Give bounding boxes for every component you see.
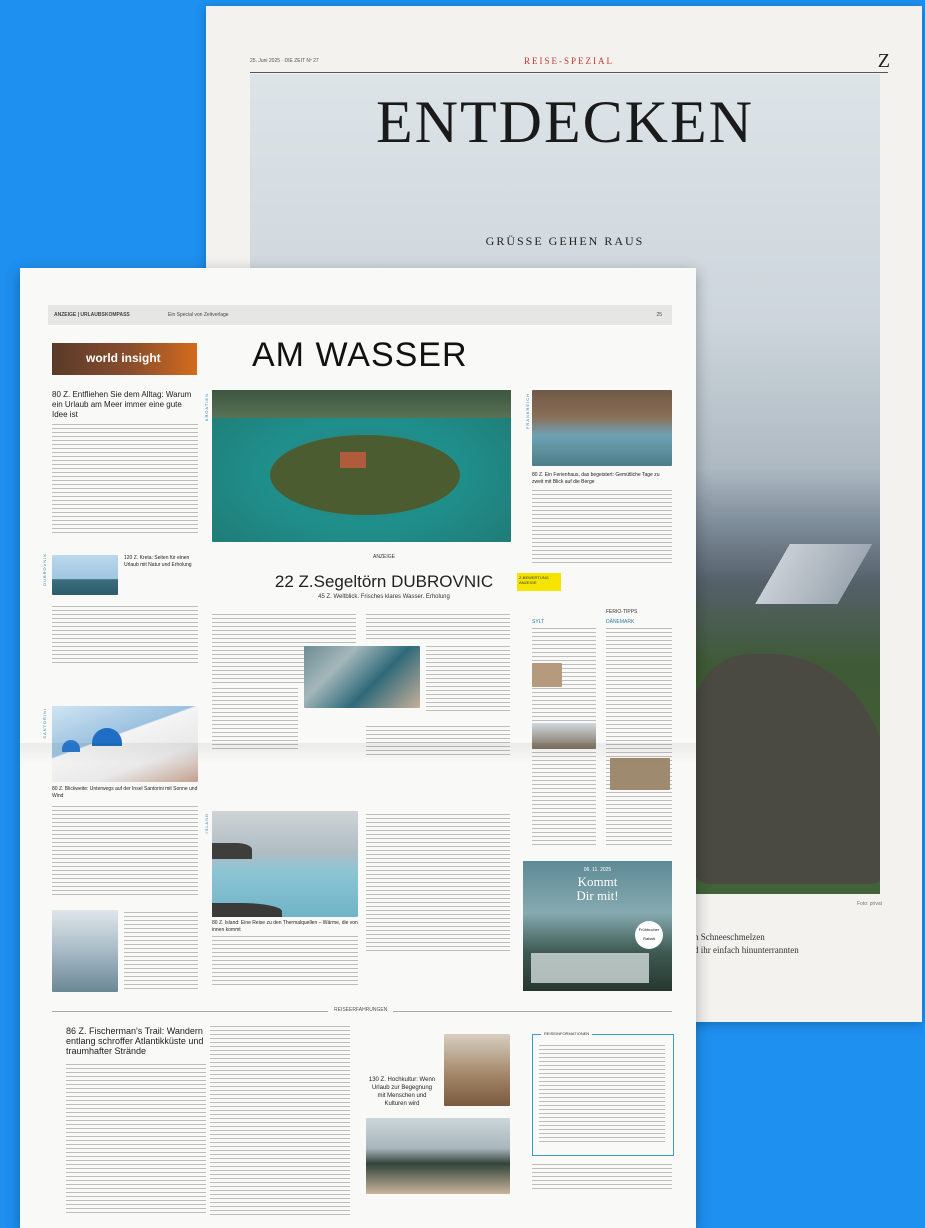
main-body-col2-top	[366, 614, 510, 642]
side-label: DUBROVNIK	[42, 553, 47, 586]
zeit-logo: Z	[877, 50, 890, 72]
santorini-body	[52, 806, 198, 896]
pull-quote: 130 Z. Hochkultur: Wenn Urlaub zur Begeg…	[368, 1077, 436, 1107]
island	[270, 435, 460, 515]
tipp-thumb	[532, 663, 562, 687]
back-caption-line: n Schneeschmelzen	[694, 932, 765, 942]
small-teaser-1: 120 Z. Kreta: Seiten für einen Urlaub mi…	[124, 555, 192, 568]
logo-text: world insight	[86, 351, 161, 365]
blue-lagoon-photo	[212, 811, 358, 917]
ad-title-line: Kommt	[577, 874, 618, 889]
lagoon-body	[212, 936, 358, 988]
santorini-headline: 80 Z. Blickweite: Unterwegs auf der Inse…	[52, 786, 198, 799]
topbar-label: ANZEIGE | URLAUBSKOMPASS	[54, 312, 130, 318]
info-box: REISEINFORMATIONEN	[532, 1031, 674, 1156]
right-article-headline: 80 Z. Ein Ferienhaus, das begeistert: Ge…	[532, 472, 660, 485]
front-newspaper-page: ANZEIGE | URLAUBSKOMPASS Ein Special von…	[20, 268, 696, 1228]
kicker: ANZEIGE	[373, 554, 395, 560]
far-shore	[212, 390, 511, 418]
side-label: ISLAND	[204, 813, 209, 834]
main-body-col2	[426, 646, 510, 712]
ad-sticker: Frühbucher Rabatt	[635, 921, 663, 949]
right-article-body	[532, 490, 672, 564]
tipps-label: FERIO-TIPPS	[606, 609, 638, 615]
page-number: 25	[656, 312, 662, 318]
bottom-body-col2	[210, 1026, 350, 1216]
island-lake-photo	[212, 390, 511, 542]
chalet-pool-photo	[532, 390, 672, 466]
left-article-headline: 80 Z. Entfliehen Sie dem Alltag: Warum e…	[52, 390, 192, 419]
main-subline: 45 Z. Weltblick. Frisches klares Wasser.…	[318, 594, 450, 600]
lagoon-caption: 80 Z. Island: Eine Reise zu den Thermalq…	[212, 920, 358, 933]
back-caption-line: d ihr einfach hinunterrannten	[694, 945, 799, 955]
cycling-advert: 06. 11. 2025 Kommt Dir mit! Frühbucher R…	[523, 861, 672, 991]
snow-peaks	[680, 544, 880, 604]
back-caption: n Schneeschmelzen d ihr einfach hinunter…	[694, 931, 894, 957]
tipps-col-sylt: SYLT	[532, 619, 545, 625]
back-title: ENTDECKEN	[376, 89, 754, 155]
back-subtitle: GRÜSSE GEHEN RAUS	[485, 234, 645, 248]
info-box-title: REISEINFORMATIONEN	[541, 1031, 593, 1036]
contact-footer	[532, 1164, 672, 1192]
monastery-roof	[340, 452, 366, 468]
world-insight-logo: world insight	[52, 343, 197, 375]
coast-photo	[366, 1118, 510, 1194]
bottom-headline: 86 Z. Fischerman's Trail: Wandern entlan…	[66, 1026, 204, 1056]
lagoon-body-col2	[366, 814, 510, 952]
section-divider: REISEERFAHRUNGEN	[52, 1007, 672, 1013]
harbour-photo	[304, 646, 420, 708]
left-article-body	[52, 424, 198, 536]
tipps-col-denmark: DÄNEMARK	[606, 619, 635, 625]
bottom-body-col1	[66, 1064, 206, 1214]
topbar-sub: Ein Special von Zeitverlage	[168, 312, 229, 318]
back-photo-credit: Foto: privat	[856, 901, 882, 907]
side-label: KROATIEN	[204, 393, 209, 422]
ad-info-box	[531, 953, 649, 983]
swimmer-photo	[52, 910, 118, 992]
side-label: SANTORINI	[42, 708, 47, 739]
ad-title: Kommt Dir mit!	[523, 875, 672, 903]
front-topbar: ANZEIGE | URLAUBSKOMPASS Ein Special von…	[48, 305, 672, 325]
info-box-body	[539, 1045, 665, 1145]
lava-rock	[212, 903, 282, 917]
side-label: FRANKREICH	[525, 393, 530, 430]
lava-rock	[212, 843, 252, 859]
ad-date: 06. 11. 2025	[583, 867, 612, 873]
interior-photo	[444, 1034, 510, 1106]
ad-title-line: Dir mit!	[576, 888, 619, 903]
kreta-body	[52, 606, 198, 664]
rating-badge: Z-BEWERTUNG ANZEIGE	[517, 573, 561, 591]
tipps-denmark-list	[606, 628, 672, 848]
page-fold	[20, 743, 696, 763]
swimmer-body	[124, 912, 198, 990]
back-header-rule: 25. Juni 2025 · DIE ZEIT Nº 27 REISE-SPE…	[250, 50, 890, 73]
main-headline: 22 Z.Segeltörn DUBROVNIC	[274, 572, 494, 591]
front-title: AM WASSER	[252, 336, 468, 374]
kreta-thumb	[52, 555, 118, 595]
rock-outcrop	[690, 654, 880, 884]
back-rubric: REISE-SPEZIAL	[524, 56, 614, 66]
section-label: REISEERFAHRUNGEN	[328, 1007, 394, 1013]
